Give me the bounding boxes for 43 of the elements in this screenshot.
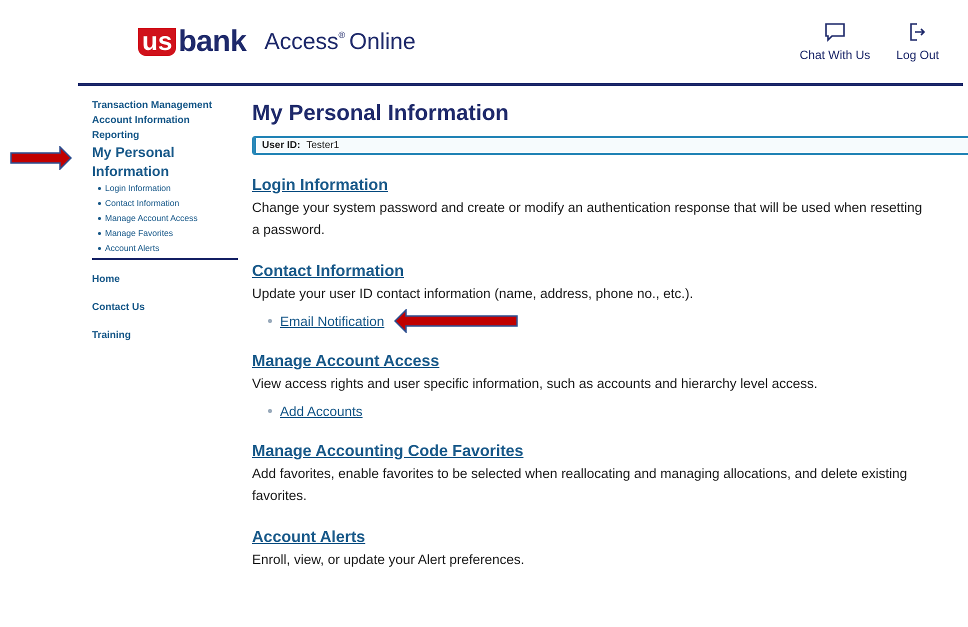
section-link[interactable]: Login Information <box>252 175 968 197</box>
bullet-icon <box>268 319 272 323</box>
bullet-icon <box>268 409 272 413</box>
user-id-label: User ID: <box>262 140 300 151</box>
section-link[interactable]: Manage Accounting Code Favorites <box>252 441 968 463</box>
subnav-item[interactable]: Manage Favorites <box>105 226 174 241</box>
sub-link[interactable]: Email Notification <box>280 314 384 328</box>
section-description: View access rights and user specific information, such as accounts and hierarchy level access. <box>252 375 819 393</box>
nav-item[interactable]: Account Information <box>92 113 238 128</box>
section-description: Update your user ID contact information (name, address, phone no., etc.). <box>252 285 694 303</box>
section-link[interactable]: Account Alerts <box>252 527 968 549</box>
chat-icon <box>824 22 846 42</box>
logo-wordmark: bank <box>178 28 246 56</box>
section-description: Enroll, view, or update your Alert preferences. <box>252 551 526 569</box>
nav-link[interactable]: Home <box>92 274 238 285</box>
chat-button[interactable]: Chat With Us <box>800 22 870 62</box>
section-description: Add favorites, enable favorites to be selected when reallocating and managing allocations, and delete existing favorites. <box>252 465 908 505</box>
nav-link[interactable]: Training <box>92 330 238 341</box>
section-link[interactable]: Contact Information <box>252 261 968 283</box>
bullet-icon <box>98 232 101 235</box>
section-description: Change your system password and create or modify an authentication response that will be used when resetting a password. <box>252 199 924 239</box>
subnav-item[interactable]: Contact Information <box>105 196 180 211</box>
user-id-value: Tester1 <box>306 140 340 151</box>
nav-item[interactable]: My Personal Information <box>92 143 238 181</box>
subnav-item[interactable]: Manage Account Access <box>105 211 198 226</box>
subnav-item[interactable]: Account Alerts <box>105 241 160 256</box>
logo-mark: us <box>138 28 176 56</box>
section-link[interactable]: Manage Account Access <box>252 351 968 373</box>
sub-link[interactable]: Add Accounts <box>280 404 363 418</box>
bullet-icon <box>98 187 101 190</box>
page-title: My Personal Information <box>252 99 510 127</box>
bullet-icon <box>98 202 101 205</box>
bullet-icon <box>98 217 101 220</box>
nav-link[interactable]: Contact Us <box>92 302 238 313</box>
product-name: Access <box>264 28 339 55</box>
logout-icon <box>908 22 927 42</box>
bullet-icon <box>98 247 101 250</box>
subnav-item[interactable]: Login Information <box>105 181 171 196</box>
logout-button[interactable]: Log Out <box>896 22 939 62</box>
nav-item[interactable]: Transaction Management <box>92 98 238 113</box>
registered-mark: ® <box>338 30 346 40</box>
nav-item[interactable]: Reporting <box>92 128 238 143</box>
product-name: Online <box>349 28 416 55</box>
